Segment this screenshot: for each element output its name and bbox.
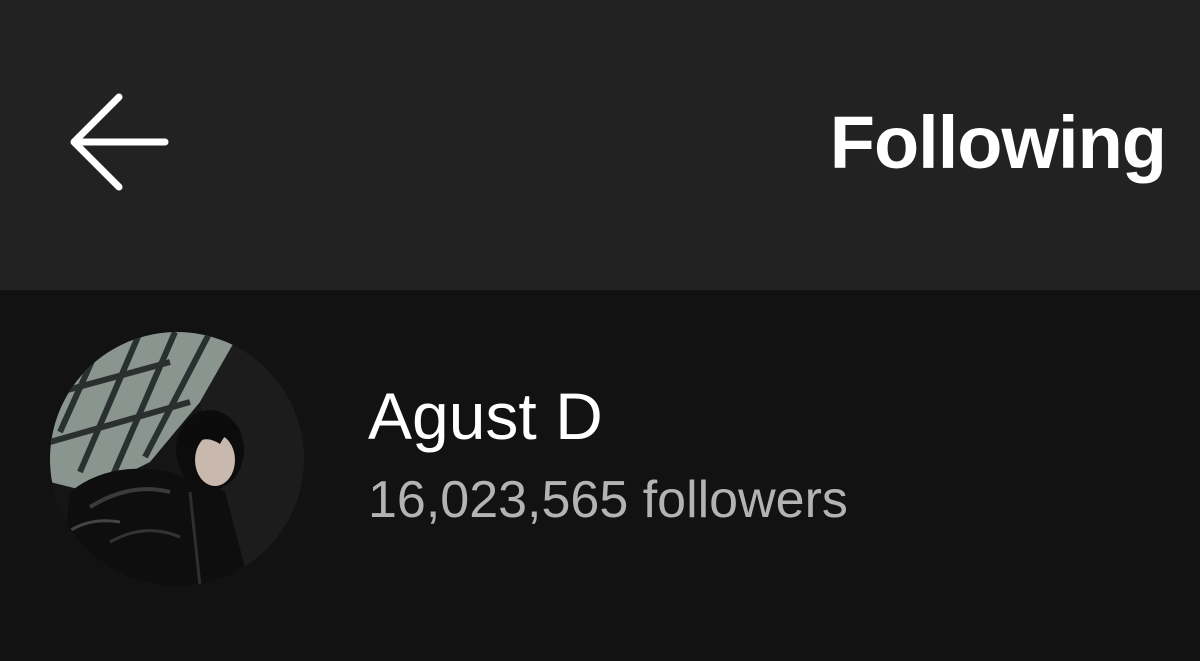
artist-avatar[interactable] [50, 332, 304, 586]
artist-follower-count: 16,023,565 followers [368, 471, 848, 529]
top-bar: Following [0, 0, 1200, 290]
artist-name: Agust D [368, 379, 603, 453]
back-button[interactable] [56, 82, 176, 202]
artist-photo [50, 332, 304, 586]
page-title: Following [829, 101, 1167, 184]
arrow-left-icon [70, 93, 169, 191]
following-list: Agust D 16,023,565 followers [0, 290, 1200, 661]
list-item-artist[interactable]: Agust D 16,023,565 followers [0, 290, 1200, 661]
artist-info: Agust D 16,023,565 followers [368, 376, 848, 532]
